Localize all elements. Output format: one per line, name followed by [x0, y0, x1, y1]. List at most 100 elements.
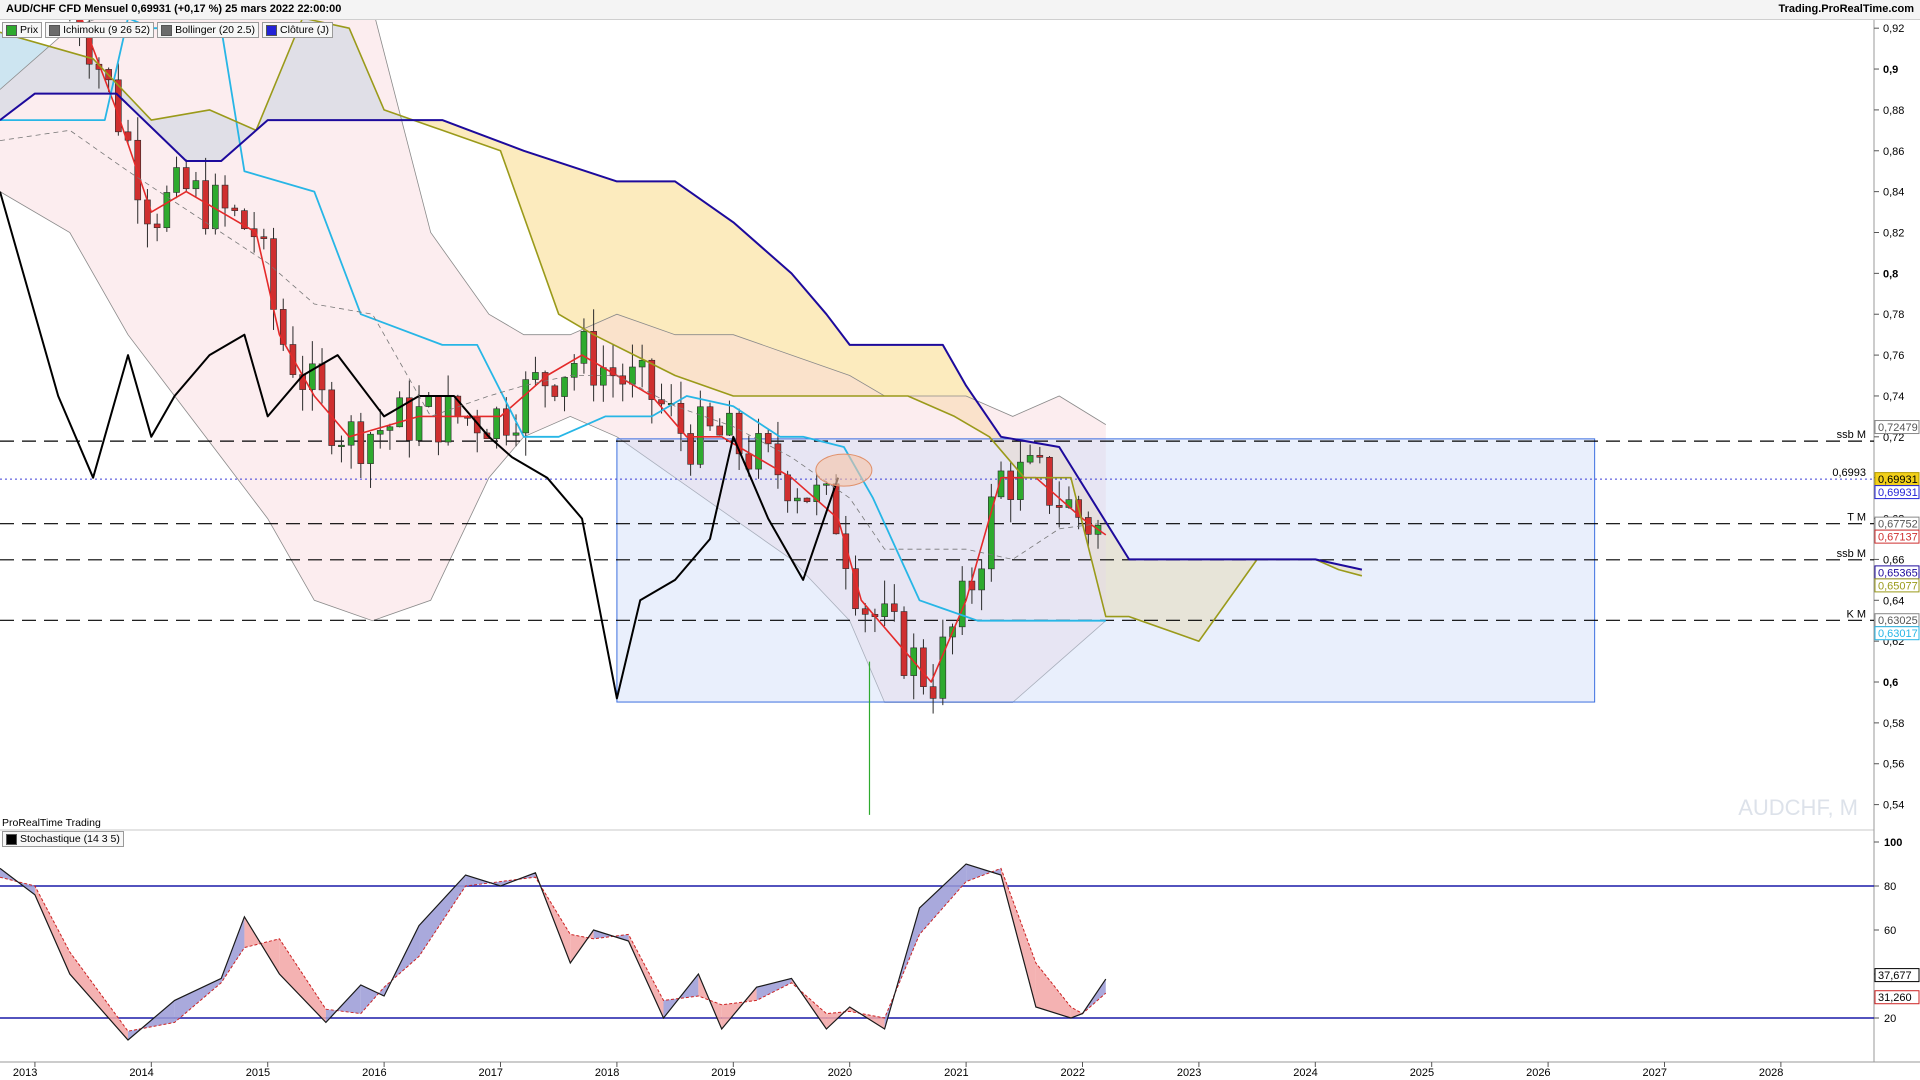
- y-tick-label: 0,8: [1883, 268, 1898, 280]
- x-tick-label: 2023: [1177, 1067, 1201, 1079]
- y-tick-label: 0,74: [1883, 391, 1904, 403]
- y-tick-label: 20: [1884, 1013, 1896, 1025]
- stochastic-fill: [919, 864, 967, 935]
- price-box-label: 0,69931: [1878, 474, 1918, 486]
- bearish-candle: [435, 395, 442, 443]
- bearish-candle: [706, 406, 714, 427]
- stochastic-fill: [1035, 963, 1071, 1018]
- bearish-candle: [153, 223, 161, 229]
- price-box-label: 0,65365: [1878, 567, 1918, 579]
- bullish-candle: [638, 359, 646, 368]
- bullish-candle: [580, 331, 588, 364]
- x-tick-label: 2021: [944, 1067, 968, 1079]
- bullish-candle: [386, 426, 394, 431]
- bullish-candle: [425, 395, 433, 407]
- selection-rectangle: [616, 438, 1596, 703]
- legend-item-stochastic[interactable]: Stochastique (14 3 5): [2, 831, 124, 847]
- bearish-candle: [1036, 455, 1044, 458]
- level-label: T M: [1847, 512, 1866, 524]
- bearish-candle: [144, 199, 151, 225]
- x-tick-label: 2026: [1526, 1067, 1550, 1079]
- bearish-candle: [803, 497, 811, 502]
- bearish-candle: [716, 425, 724, 436]
- highlight-ellipse: [815, 453, 873, 487]
- legend-label: Stochastique (14 3 5): [20, 833, 120, 845]
- y-tick-label: 0,58: [1883, 718, 1904, 730]
- y-tick-label: 0,88: [1883, 105, 1904, 117]
- bullish-candle: [512, 432, 520, 436]
- y-tick-label: 0,54: [1883, 800, 1904, 812]
- level-label: ssb M: [1837, 548, 1866, 560]
- bearish-candle: [1055, 505, 1063, 508]
- bullish-candle: [522, 379, 530, 434]
- level-label: 0,6993: [1832, 467, 1866, 479]
- x-tick-label: 2015: [246, 1067, 270, 1079]
- bullish-candle: [173, 167, 180, 193]
- bullish-candle: [376, 430, 384, 435]
- x-tick-label: 2019: [711, 1067, 735, 1079]
- bullish-candle: [939, 636, 947, 699]
- y-tick-label: 80: [1884, 881, 1896, 893]
- x-tick-label: 2028: [1759, 1067, 1783, 1079]
- y-tick-label: 0,64: [1883, 595, 1904, 607]
- y-tick-label: 0,86: [1883, 146, 1904, 158]
- x-tick-label: 2025: [1410, 1067, 1434, 1079]
- bullish-candle: [347, 421, 355, 446]
- legend-item-bollinger[interactable]: Bollinger (20 2.5): [157, 22, 260, 38]
- price-box-label: 0,63017: [1878, 628, 1918, 640]
- bearish-candle: [764, 433, 772, 445]
- bullish-candle: [1017, 461, 1024, 500]
- stochastic-fill: [419, 875, 466, 957]
- price-swatch-icon: [6, 24, 17, 36]
- x-tick-label: 2014: [129, 1067, 153, 1079]
- x-tick-label: 2020: [828, 1067, 852, 1079]
- ichimoku-swatch-icon: [49, 24, 61, 36]
- bearish-candle: [182, 167, 190, 190]
- y-tick-label: 0,76: [1883, 350, 1904, 362]
- y-tick-label: 0,82: [1883, 227, 1904, 239]
- legend-item-close[interactable]: Clôture (J): [262, 22, 334, 38]
- bollinger-swatch-icon: [161, 24, 173, 36]
- stochastic-fill: [69, 952, 129, 1040]
- bearish-candle: [784, 474, 791, 502]
- y-tick-label: 0,84: [1883, 187, 1904, 199]
- bullish-candle: [978, 568, 985, 591]
- value-box-label: 37,677: [1878, 970, 1912, 982]
- bearish-candle: [260, 236, 268, 239]
- price-box-label: 0,67137: [1878, 532, 1918, 544]
- bearish-candle: [920, 647, 927, 687]
- level-label: K M: [1846, 608, 1866, 620]
- bullish-candle: [192, 180, 200, 190]
- price-box-label: 0,63025: [1878, 615, 1918, 627]
- bullish-candle: [794, 497, 801, 502]
- bearish-candle: [900, 611, 908, 676]
- bearish-candle: [318, 363, 326, 391]
- chart-header: AUD/CHF CFD Mensuel 0,69931 (+0,17 %) 25…: [0, 0, 1920, 20]
- legend-label: Prix: [20, 24, 39, 36]
- legend-item-ichimoku[interactable]: Ichimoku (9 26 52): [45, 22, 155, 38]
- bearish-candle: [1085, 517, 1092, 535]
- brand-link[interactable]: Trading.ProRealTime.com: [1778, 3, 1914, 15]
- price-box-label: 0,65077: [1878, 580, 1918, 592]
- bullish-candle: [367, 433, 374, 464]
- bullish-candle: [493, 408, 500, 439]
- bullish-candle: [600, 367, 607, 386]
- x-tick-label: 2017: [479, 1067, 503, 1079]
- bearish-candle: [1046, 456, 1053, 506]
- bearish-candle: [648, 359, 656, 400]
- y-tick-label: 0,9: [1883, 64, 1898, 76]
- bearish-candle: [929, 686, 937, 699]
- stochastic-panel: 1008060402037,67731,260: [0, 837, 1920, 1041]
- chart-canvas[interactable]: ssb M 0,6993 T M ssb M K M 0,92 0,9 0,88 0,86 0,8…: [0, 0, 1920, 1080]
- level-label: ssb M: [1837, 429, 1866, 441]
- bullish-candle: [988, 496, 995, 570]
- legend-item-price[interactable]: Prix: [2, 22, 43, 38]
- legend-label: Bollinger (20 2.5): [175, 24, 256, 36]
- x-tick-label: 2027: [1642, 1067, 1666, 1079]
- time-axis: 2013 2014 2015 2016 2017 2018 2019 2020 2021 2022…: [13, 1062, 1783, 1079]
- close-swatch-icon: [266, 24, 278, 36]
- bullish-candle: [532, 372, 539, 380]
- price-axis: 0,92 0,9 0,88 0,86 0,84 0,82 0,8 0,78 0,76 0,74 0,…: [1874, 23, 1904, 812]
- y-tick-label: 100: [1884, 837, 1902, 849]
- y-tick-label: 0,66: [1883, 554, 1904, 566]
